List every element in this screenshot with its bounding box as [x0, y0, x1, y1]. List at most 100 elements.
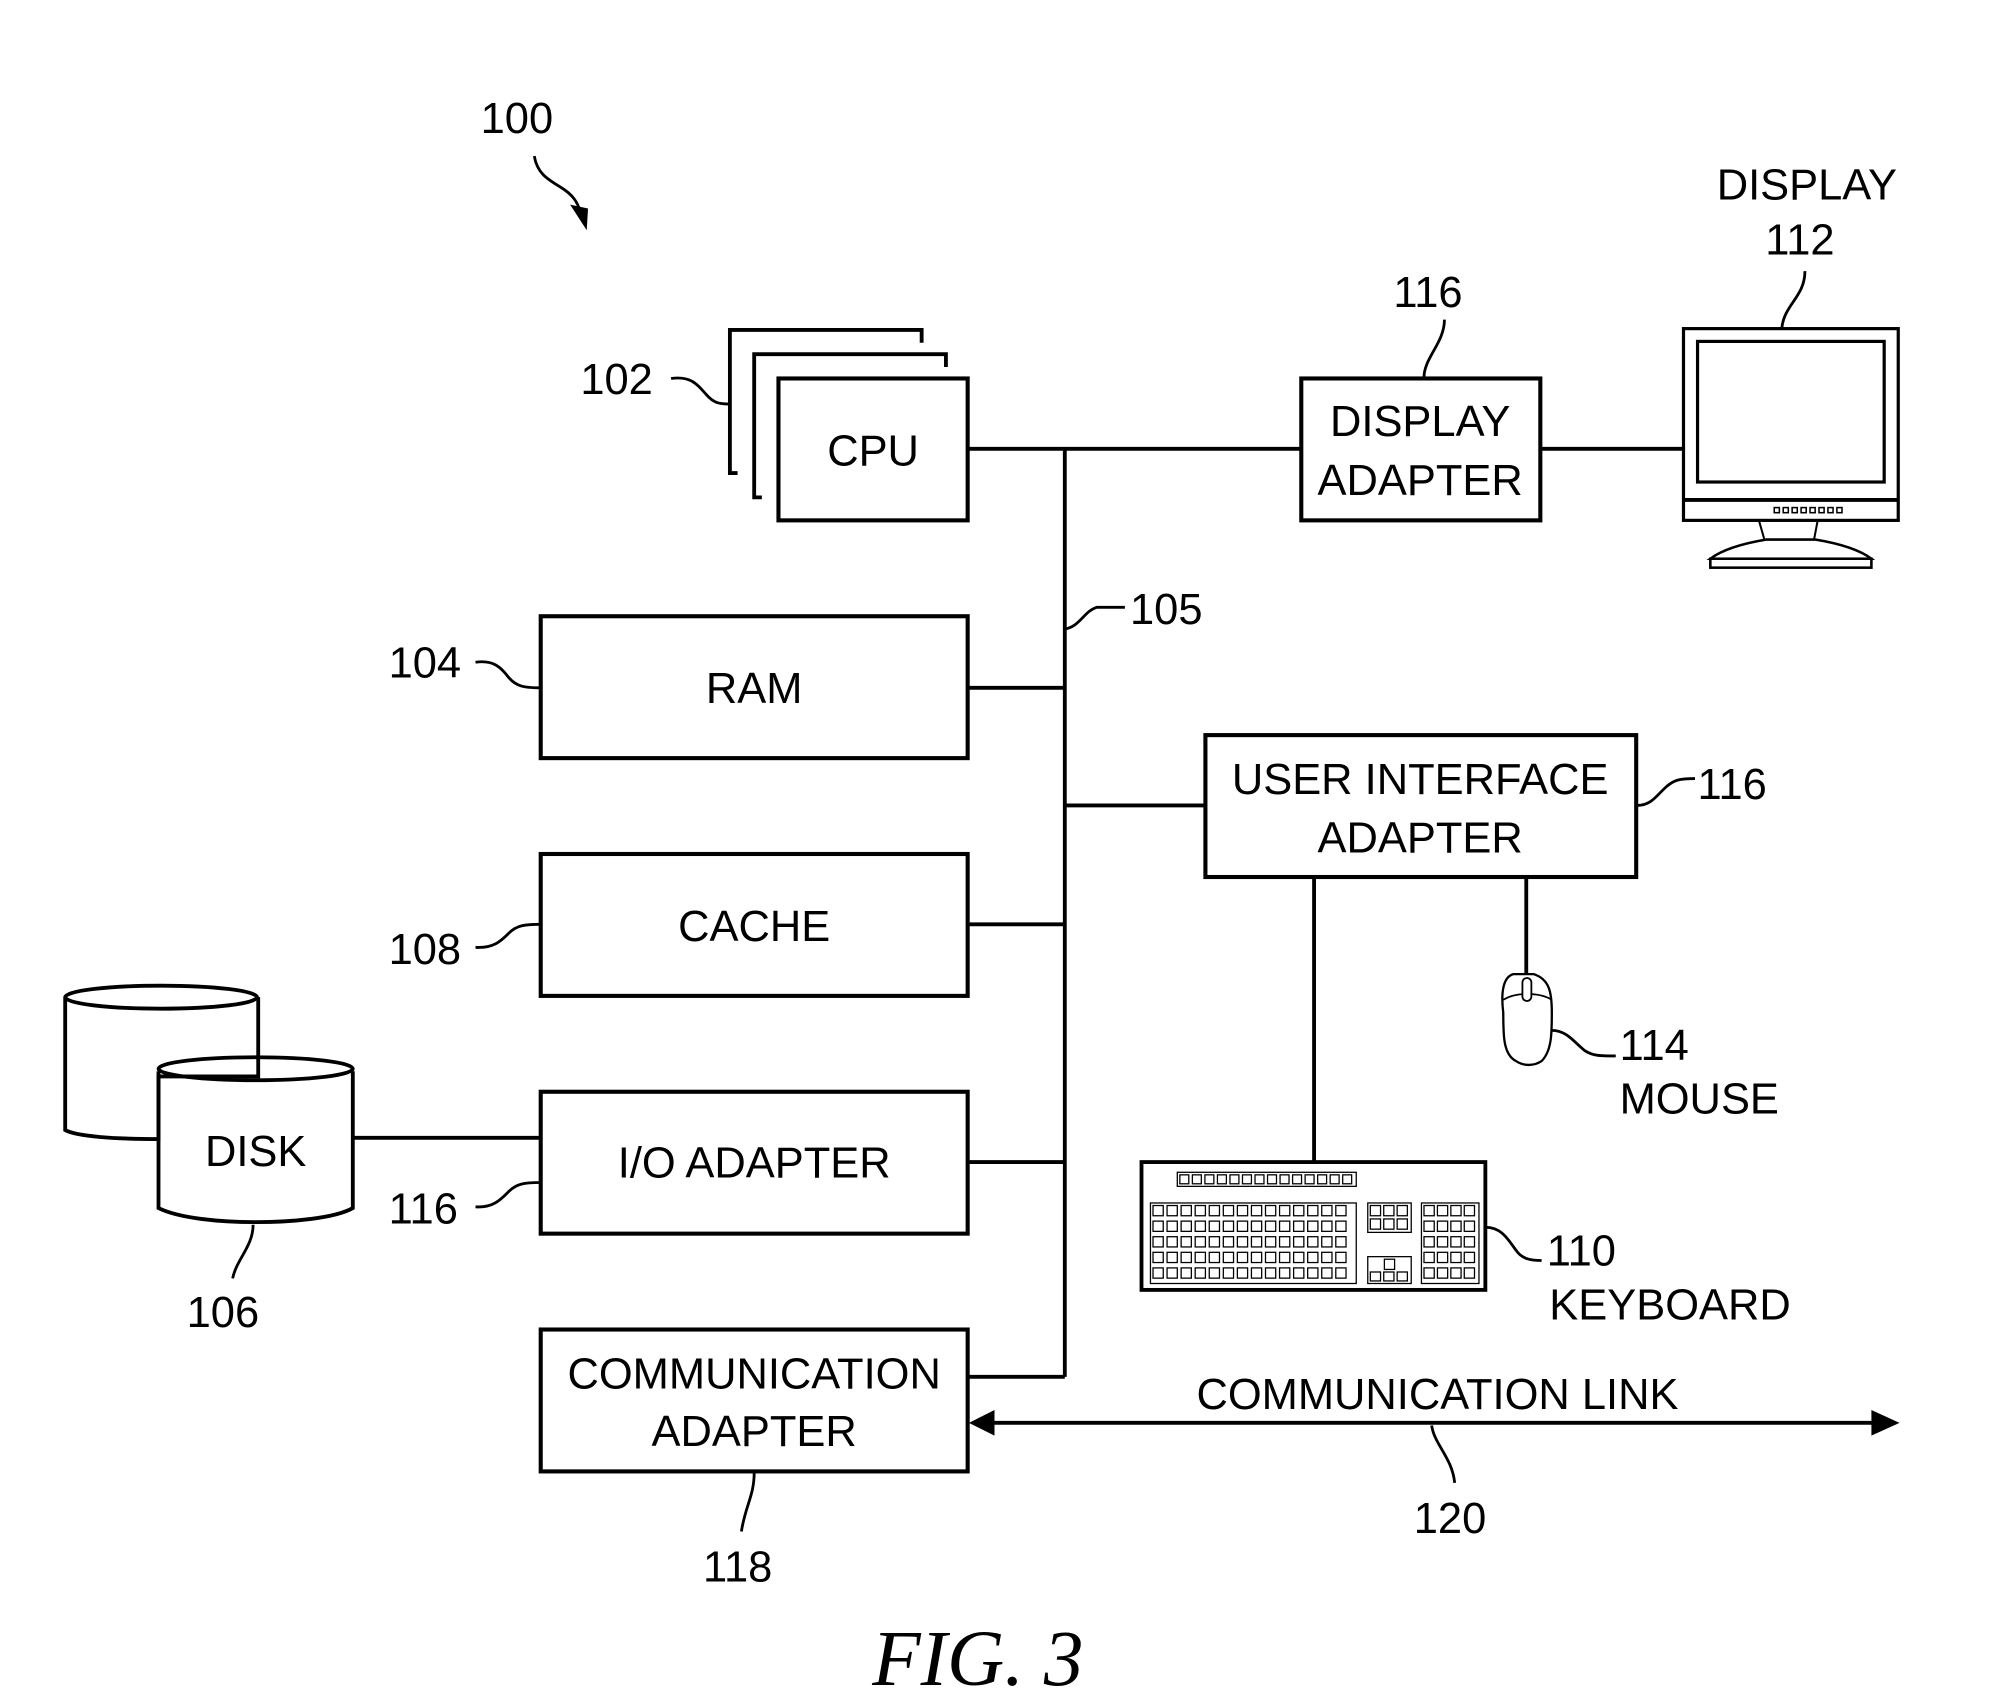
- display-label: DISPLAY: [1717, 162, 1897, 210]
- ram-block: RAM 104: [389, 614, 970, 761]
- key-icon: [1236, 1267, 1249, 1279]
- key-icon: [1250, 1204, 1263, 1217]
- key-icon: [1335, 1251, 1347, 1264]
- cache-ref-label: 108: [389, 926, 462, 974]
- mouse-ref-leader: [1551, 1028, 1616, 1058]
- key-icon: [1166, 1251, 1178, 1264]
- key-icon: [1241, 1174, 1253, 1185]
- key-icon: [1278, 1236, 1291, 1248]
- key-icon: [1335, 1204, 1347, 1217]
- key-icon: [1335, 1220, 1347, 1232]
- figure-caption: FIG. 3: [871, 1615, 1083, 1703]
- keyboard-icon: [1139, 1160, 1488, 1292]
- key-icon: [1396, 1271, 1409, 1282]
- mouse-icon: [1501, 973, 1553, 1067]
- comm-adapter-line2: ADAPTER: [652, 1408, 857, 1456]
- key-icon: [1166, 1267, 1178, 1279]
- key-icon: [1222, 1204, 1235, 1217]
- key-icon: [1278, 1204, 1291, 1217]
- key-icon: [1383, 1271, 1395, 1282]
- key-icon: [1152, 1251, 1164, 1264]
- display-ref-label: 112: [1765, 216, 1834, 264]
- key-icon: [1194, 1204, 1207, 1217]
- disk-label: DISK: [205, 1128, 306, 1176]
- key-icon: [1194, 1251, 1207, 1264]
- key-icon: [1179, 1174, 1190, 1185]
- key-icon: [1194, 1267, 1207, 1279]
- key-icon: [1208, 1220, 1221, 1232]
- cpu-ref-label: 102: [580, 356, 653, 404]
- comm-adapter-ref-label: 118: [703, 1543, 772, 1591]
- key-icon: [1436, 1236, 1449, 1248]
- key-icon: [1450, 1236, 1462, 1248]
- key-icon: [1335, 1236, 1347, 1248]
- cache-ref-leader: [475, 922, 541, 949]
- key-icon: [1369, 1218, 1382, 1230]
- key-icon: [1463, 1220, 1476, 1232]
- system-reference: 100: [481, 95, 589, 231]
- key-icon: [1423, 1220, 1435, 1232]
- comm-adapter-block: COMMUNICATION ADAPTER 118: [538, 1327, 970, 1591]
- keyboard-label: KEYBOARD: [1549, 1281, 1790, 1329]
- comm-adapter-line1: COMMUNICATION: [568, 1350, 941, 1398]
- key-icon: [1180, 1204, 1192, 1217]
- key-icon: [1166, 1220, 1178, 1232]
- key-icon: [1307, 1267, 1319, 1279]
- key-icon: [1208, 1236, 1221, 1248]
- key-icon: [1307, 1251, 1319, 1264]
- comm-link-ref-label: 120: [1414, 1495, 1487, 1543]
- key-icon: [1250, 1236, 1263, 1248]
- ui-adapter-line2: ADAPTER: [1318, 815, 1523, 863]
- mouse-label: MOUSE: [1620, 1075, 1779, 1123]
- key-icon: [1222, 1251, 1235, 1264]
- key-icon: [1152, 1236, 1164, 1248]
- key-icon: [1383, 1218, 1395, 1230]
- key-icon: [1335, 1267, 1347, 1279]
- key-icon: [1236, 1220, 1249, 1232]
- cpu-block: CPU 102: [580, 327, 970, 523]
- key-icon: [1204, 1174, 1215, 1185]
- system-block-diagram: 100 105 CPU 102 RAM 104 CACHE 108 I/O AD…: [63, 95, 1900, 1703]
- key-icon: [1180, 1267, 1192, 1279]
- key-icon: [1463, 1267, 1476, 1279]
- key-icon: [1266, 1174, 1278, 1185]
- key-icon: [1191, 1174, 1202, 1185]
- key-icon: [1317, 1174, 1328, 1185]
- key-icon: [1229, 1174, 1240, 1185]
- key-icon: [1307, 1204, 1319, 1217]
- key-icon: [1383, 1204, 1395, 1217]
- io-adapter-ref-label: 116: [389, 1185, 458, 1233]
- key-icon: [1423, 1236, 1435, 1248]
- key-icon: [1278, 1251, 1291, 1264]
- io-adapter-ref-leader: [475, 1181, 541, 1209]
- key-icon: [1152, 1220, 1164, 1232]
- cache-label: CACHE: [678, 903, 830, 951]
- key-icon: [1222, 1220, 1235, 1232]
- key-icon: [1250, 1267, 1263, 1279]
- comm-link-label: COMMUNICATION LINK: [1196, 1371, 1678, 1419]
- display-block: DISPLAY 112: [1681, 162, 1900, 569]
- arrow-right-icon: [1871, 1410, 1900, 1436]
- ui-adapter-ref-leader: [1637, 777, 1695, 807]
- key-icon: [1292, 1236, 1305, 1248]
- key-icon: [1292, 1251, 1305, 1264]
- key-icon: [1396, 1204, 1409, 1217]
- key-icon: [1180, 1220, 1192, 1232]
- display-adapter-ref-leader: [1422, 319, 1446, 378]
- key-icon: [1383, 1258, 1396, 1271]
- key-icon: [1166, 1204, 1178, 1217]
- key-icon: [1436, 1204, 1449, 1217]
- key-icon: [1152, 1204, 1164, 1217]
- keyboard-block: 110 KEYBOARD: [1139, 1160, 1791, 1329]
- display-ref-leader: [1780, 271, 1807, 328]
- key-icon: [1208, 1251, 1221, 1264]
- key-icon: [1321, 1204, 1333, 1217]
- key-icon: [1264, 1251, 1277, 1264]
- key-icon: [1436, 1267, 1449, 1279]
- key-icon: [1180, 1236, 1192, 1248]
- key-icon: [1423, 1251, 1435, 1264]
- key-icon: [1321, 1236, 1333, 1248]
- key-icon: [1194, 1236, 1207, 1248]
- ram-label: RAM: [706, 665, 803, 713]
- bus-ref-label: 105: [1130, 586, 1203, 634]
